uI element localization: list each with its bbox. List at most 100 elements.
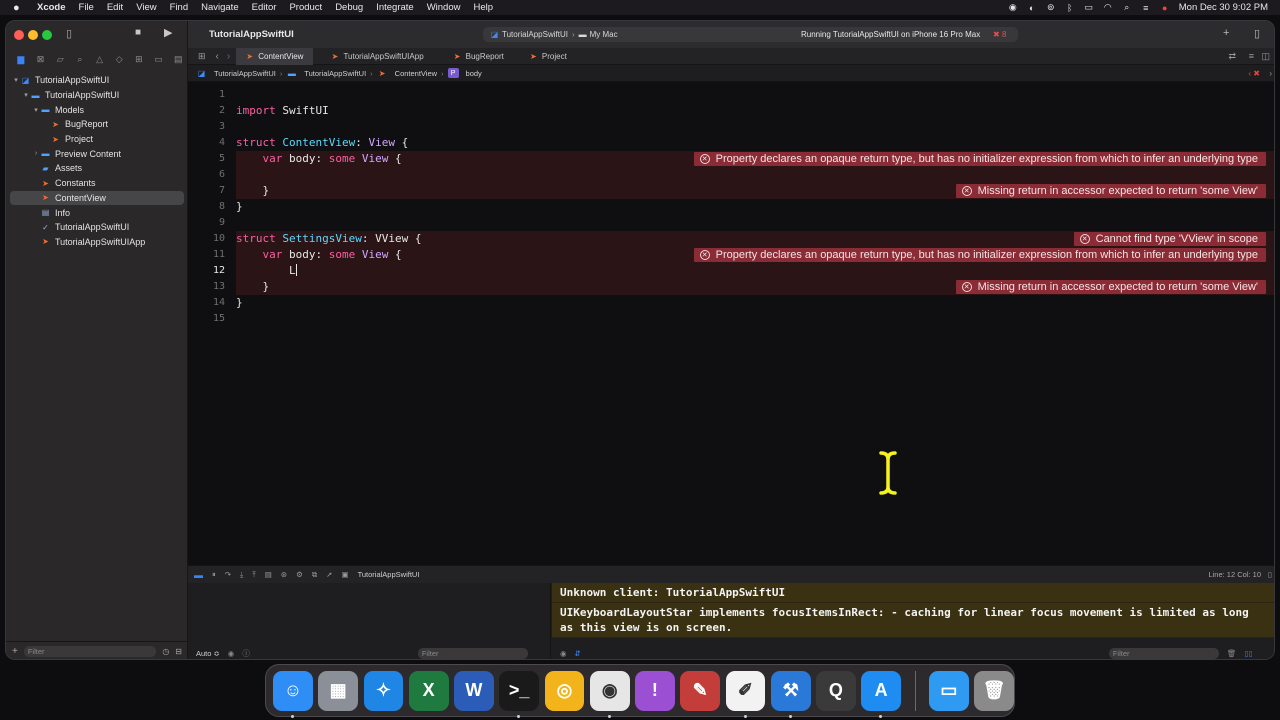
dock-app-chrome-icon[interactable]: ◉ xyxy=(589,670,630,718)
menu-window[interactable]: Window xyxy=(427,2,461,13)
code-line[interactable]: } ✕ Missing return in accessor expected to… xyxy=(236,183,1274,199)
refresh-icon[interactable]: ⇄ xyxy=(1228,51,1236,62)
code-line[interactable]: var body: some View {✕ Property declares … xyxy=(236,151,1274,167)
dock-app-xcode-icon[interactable]: ⚒ xyxy=(770,670,811,718)
console-filter-field[interactable]: Filter xyxy=(1108,647,1219,659)
recent-files-icon[interactable]: ◷ xyxy=(162,647,169,656)
sidebar-item-bugreport[interactable]: ➤ BugReport xyxy=(6,117,188,132)
error-annotation[interactable]: ✕ Cannot find type 'VView' in scope xyxy=(1073,232,1266,246)
bluetooth-icon[interactable]: ᛒ xyxy=(1065,3,1075,13)
menu-navigate[interactable]: Navigate xyxy=(201,2,239,13)
tab-contentview[interactable]: ➤ ContentView xyxy=(236,47,314,65)
user-avatar-icon[interactable]: ● xyxy=(1160,3,1170,13)
source-control-tab-icon[interactable]: ⊠ xyxy=(31,52,51,66)
line-number[interactable]: 5 xyxy=(188,151,230,167)
line-number[interactable]: 7 xyxy=(188,183,230,199)
memory-graph-icon[interactable]: ⊛ xyxy=(281,570,287,579)
split-editor-icon[interactable]: ◫ xyxy=(1261,51,1270,62)
error-count-badge[interactable]: ✖ 8 xyxy=(993,30,1006,39)
error-annotation[interactable]: ✕ Property declares an opaque return type… xyxy=(693,152,1266,166)
inspector-toggle-icon[interactable]: ▯ xyxy=(1254,27,1260,40)
scheme-status-bar[interactable]: ◪ TutorialAppSwiftUI › ▬ My Mac Running … xyxy=(483,27,1018,42)
scope-selector[interactable]: Auto ≎ xyxy=(196,649,220,658)
error-annotation[interactable]: ✕ Missing return in accessor expected to … xyxy=(955,184,1266,198)
tab-bugreport[interactable]: ➤ BugReport xyxy=(434,48,514,65)
code-line[interactable] xyxy=(236,119,1274,135)
breadcrumb-group[interactable]: TutorialAppSwiftUI xyxy=(304,69,366,78)
sidebar-toggle-icon[interactable]: ▯ xyxy=(66,27,72,40)
dock-app-quicktime-icon[interactable]: Q xyxy=(816,670,856,711)
hide-debug-area-icon[interactable]: ▬ xyxy=(194,570,203,580)
menu-debug[interactable]: Debug xyxy=(335,2,363,13)
eye-icon[interactable]: ◉ xyxy=(560,649,567,658)
line-number[interactable]: 2 xyxy=(188,103,230,119)
issue-nav-right-icon[interactable]: › xyxy=(1269,69,1272,78)
line-number[interactable]: 8 xyxy=(188,199,230,215)
issue-nav-left-icon[interactable]: ‹ ✖ xyxy=(1248,69,1260,78)
menu-view[interactable]: View xyxy=(136,2,156,13)
dock-app-feedback-icon[interactable]: ! xyxy=(635,670,675,711)
editor-grid-icon[interactable]: ⊞ xyxy=(188,51,212,62)
run-destination[interactable]: My Mac xyxy=(590,30,618,39)
sidebar-item-models[interactable]: ▾ ▬ Models xyxy=(6,102,188,117)
scheme-name[interactable]: TutorialAppSwiftUI xyxy=(502,30,568,39)
spotlight-search-icon[interactable]: ⌕ xyxy=(1122,2,1132,13)
code-line[interactable]: var body: some View {✕ Property declares … xyxy=(236,247,1274,263)
code-line[interactable] xyxy=(236,311,1274,327)
trash-icon[interactable]: 🗑 xyxy=(1227,649,1237,658)
filter-options-icon[interactable]: ⊟ xyxy=(175,647,182,656)
wifi-icon[interactable]: ◠ xyxy=(1103,2,1113,13)
code-line[interactable]: } xyxy=(236,295,1274,311)
view-hierarchy-icon[interactable]: ▤ xyxy=(265,570,272,579)
dock-app-launchpad-icon[interactable]: ▦ xyxy=(318,670,359,711)
focus-moon-icon[interactable]: ◐ xyxy=(1027,3,1037,13)
step-over-icon[interactable]: ↷ xyxy=(225,570,231,579)
sidebar-item-assets[interactable]: ▰ Assets xyxy=(6,161,188,176)
line-number[interactable]: 9 xyxy=(188,215,230,231)
add-file-icon[interactable]: + xyxy=(12,646,18,657)
code-line[interactable]: } xyxy=(236,199,1274,215)
stop-button-icon[interactable]: ■ xyxy=(135,27,141,38)
debug-tab-icon[interactable]: ⊞ xyxy=(129,52,149,66)
auto-scroll-icon[interactable]: ⇵ xyxy=(575,649,581,658)
breakpoints-tab-icon[interactable]: ▭ xyxy=(149,52,169,66)
sidebar-item-tutorialappswiftui[interactable]: ✓ TutorialAppSwiftUI xyxy=(6,220,188,235)
dock-app-app-store-icon[interactable]: A xyxy=(861,670,902,718)
menu-product[interactable]: Product xyxy=(289,2,322,13)
menu-edit[interactable]: Edit xyxy=(107,2,123,13)
line-number[interactable]: 4 xyxy=(188,135,230,151)
menu-find[interactable]: Find xyxy=(170,2,188,13)
menu-integrate[interactable]: Integrate xyxy=(376,2,414,13)
close-window-button[interactable] xyxy=(14,30,24,40)
line-number[interactable]: 12 xyxy=(188,263,230,279)
dock-app-excel-icon[interactable]: X xyxy=(408,670,449,711)
control-center-icon[interactable]: ≡ xyxy=(1141,3,1151,13)
step-out-icon[interactable]: ⤒ xyxy=(252,570,255,580)
menu-help[interactable]: Help xyxy=(473,2,493,13)
simulate-location-icon[interactable]: ⧉ xyxy=(312,570,317,580)
sidebar-item-info[interactable]: ▤ Info xyxy=(6,205,188,220)
airdrop-icon[interactable]: ⊚ xyxy=(1046,2,1056,13)
tab-project[interactable]: ➤ Project xyxy=(514,48,577,65)
minimize-window-button[interactable] xyxy=(28,30,38,40)
sidebar-item-contentview[interactable]: ➤ ContentView xyxy=(10,190,184,206)
error-annotation[interactable]: ✕ Missing return in accessor expected to … xyxy=(955,280,1266,294)
back-arrow-icon[interactable]: ‹ xyxy=(212,51,223,62)
run-button-icon[interactable]: ▶ xyxy=(164,26,172,39)
debug-target[interactable]: TutorialAppSwiftUI xyxy=(358,570,420,579)
location-arrow-icon[interactable]: ➚ xyxy=(326,570,332,579)
code-area[interactable]: import SwiftUI struct ContentView: View {… xyxy=(236,87,1274,327)
line-number[interactable]: 3 xyxy=(188,119,230,135)
line-number[interactable]: 11 xyxy=(188,247,230,263)
environment-overrides-icon[interactable]: ⚙ xyxy=(296,570,303,579)
disclosure-chevron-icon[interactable]: ▾ xyxy=(12,76,20,84)
dock-app-finder-icon[interactable]: ☺ xyxy=(273,670,313,718)
issues-tab-icon[interactable]: △ xyxy=(90,52,110,66)
sidebar-item-constants[interactable]: ➤ Constants xyxy=(6,176,188,191)
disclosure-chevron-icon[interactable]: ▾ xyxy=(22,91,30,99)
add-tab-icon[interactable]: + xyxy=(1223,27,1229,39)
menu-editor[interactable]: Editor xyxy=(252,2,277,13)
error-annotation[interactable]: ✕ Property declares an opaque return type… xyxy=(693,248,1266,262)
line-number[interactable]: 13 xyxy=(188,279,230,295)
sidebar-item-tutorialappswiftui[interactable]: ▾ ▬ TutorialAppSwiftUI xyxy=(6,88,188,103)
